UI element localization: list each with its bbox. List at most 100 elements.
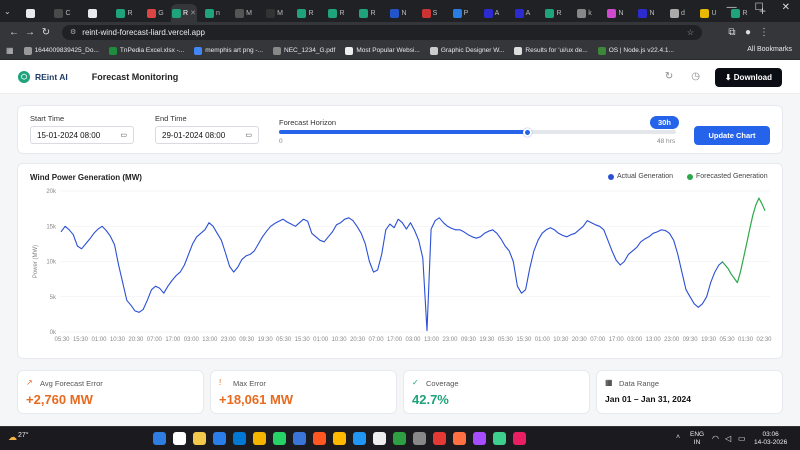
taskbar-app-icon[interactable] bbox=[473, 432, 486, 445]
stat-card: ✓ Coverage 42.7% bbox=[403, 370, 590, 414]
taskbar-app-icon[interactable] bbox=[393, 432, 406, 445]
clock-time: 03:06 bbox=[762, 431, 779, 438]
browser-tab[interactable]: R bbox=[109, 4, 140, 22]
taskbar-app-icon[interactable] bbox=[513, 432, 526, 445]
volume-icon[interactable]: ◁ bbox=[725, 434, 731, 443]
taskbar-app-icon[interactable] bbox=[153, 432, 166, 445]
browser-tab[interactable] bbox=[16, 4, 47, 22]
all-bookmarks[interactable]: All Bookmarks bbox=[747, 46, 792, 53]
address-bar: ← → ↻ ⚙ reint-wind-forecast-liard.vercel… bbox=[0, 22, 800, 42]
browser-tab[interactable]: R bbox=[290, 4, 321, 22]
taskbar-app-icon[interactable] bbox=[253, 432, 266, 445]
browser-tab[interactable]: U bbox=[693, 4, 724, 22]
extensions-icon[interactable]: ⧉ bbox=[724, 27, 740, 38]
weather-temp[interactable]: 27° bbox=[18, 432, 29, 439]
menu-icon[interactable]: ⋮ bbox=[756, 27, 772, 38]
tab-search-icon[interactable]: ⌄ bbox=[4, 7, 16, 16]
browser-tab[interactable]: P bbox=[445, 4, 476, 22]
browser-tab[interactable]: M bbox=[259, 4, 290, 22]
taskbar-app-icon[interactable] bbox=[293, 432, 306, 445]
taskbar-app-icon[interactable] bbox=[273, 432, 286, 445]
taskbar-app-icon[interactable] bbox=[413, 432, 426, 445]
wifi-icon[interactable]: ◠ bbox=[712, 434, 719, 443]
reload-icon[interactable]: ↻ bbox=[38, 27, 54, 38]
bookmark-star-icon[interactable]: ☆ bbox=[687, 28, 694, 37]
bookmark-item[interactable]: memphis art png -... bbox=[194, 46, 263, 55]
bookmark-item[interactable]: TnPedia Excel.xlsx -... bbox=[108, 46, 184, 55]
close-icon[interactable]: ✕ bbox=[782, 2, 790, 13]
url-field[interactable]: ⚙ reint-wind-forecast-liard.vercel.app ☆ bbox=[62, 24, 702, 40]
taskbar-app-icon[interactable] bbox=[193, 432, 206, 445]
clock[interactable]: 03:06 14-03-2026 bbox=[754, 431, 787, 447]
legend-forecast[interactable]: Forecasted Generation bbox=[687, 173, 768, 180]
browser-tab[interactable]: N bbox=[600, 4, 631, 22]
browser-tab[interactable]: R ✕ bbox=[171, 4, 197, 22]
browser-tab[interactable]: A bbox=[476, 4, 507, 22]
bookmark-favicon-icon bbox=[23, 46, 32, 55]
tab-close-icon[interactable]: ✕ bbox=[190, 9, 196, 17]
bookmark-item[interactable]: Most Popular Websi... bbox=[345, 46, 420, 55]
refresh-icon[interactable]: ↻ bbox=[665, 71, 673, 82]
clock-icon[interactable]: ◷ bbox=[691, 71, 700, 82]
maximize-icon[interactable]: ☐ bbox=[755, 2, 764, 13]
weather-icon: ☁ bbox=[8, 432, 17, 442]
tab-favicon-icon bbox=[359, 8, 369, 18]
taskbar-app-icon[interactable] bbox=[493, 432, 506, 445]
download-button[interactable]: ⬇ Download bbox=[714, 68, 782, 87]
legend-actual[interactable]: Actual Generation bbox=[608, 173, 673, 180]
language-indicator[interactable]: ENG IN bbox=[690, 431, 704, 447]
site-info-icon[interactable]: ⚙ bbox=[70, 28, 76, 36]
update-chart-button[interactable]: Update Chart bbox=[694, 126, 770, 145]
taskbar-app-icon[interactable] bbox=[433, 432, 446, 445]
browser-tab[interactable] bbox=[78, 4, 109, 22]
horizon-slider[interactable] bbox=[279, 127, 676, 137]
browser-tab[interactable]: n bbox=[197, 4, 228, 22]
browser-tab[interactable]: N bbox=[383, 4, 414, 22]
end-time-input[interactable]: 29-01-2024 08:00 ▭ bbox=[155, 126, 259, 144]
lang-2: IN bbox=[693, 439, 701, 446]
bookmark-item[interactable]: NEC_1234_G.pdf bbox=[273, 46, 335, 55]
browser-tab[interactable]: S bbox=[414, 4, 445, 22]
minimize-icon[interactable]: — bbox=[727, 2, 737, 13]
back-icon[interactable]: ← bbox=[6, 27, 22, 38]
profile-icon[interactable]: ● bbox=[740, 27, 756, 38]
browser-tab[interactable]: k bbox=[569, 4, 600, 22]
browser-tab[interactable]: A bbox=[507, 4, 538, 22]
tab-label: R bbox=[339, 9, 345, 17]
taskbar-app-icon[interactable] bbox=[373, 432, 386, 445]
taskbar-app-icon[interactable] bbox=[453, 432, 466, 445]
browser-tab[interactable]: C bbox=[47, 4, 78, 22]
battery-icon[interactable]: ▭ bbox=[738, 434, 746, 443]
forward-icon[interactable]: → bbox=[22, 27, 38, 38]
tab-favicon-icon bbox=[545, 8, 555, 18]
browser-tab[interactable]: R bbox=[352, 4, 383, 22]
taskbar-app-icon[interactable] bbox=[313, 432, 326, 445]
browser-tab[interactable]: M bbox=[228, 4, 259, 22]
apps-icon[interactable]: ▦ bbox=[6, 46, 14, 55]
tab-favicon-icon bbox=[328, 8, 338, 18]
start-time-input[interactable]: 15-01-2024 08:00 ▭ bbox=[30, 126, 134, 144]
tab-label: R bbox=[127, 9, 133, 17]
taskbar-app-icon[interactable] bbox=[233, 432, 246, 445]
chevron-up-icon[interactable]: ˄ bbox=[676, 434, 680, 441]
browser-tab[interactable]: G bbox=[140, 4, 171, 22]
browser-tab[interactable]: R bbox=[538, 4, 569, 22]
slider-thumb[interactable] bbox=[522, 127, 532, 137]
calendar-icon[interactable]: ▭ bbox=[120, 131, 127, 139]
browser-tab[interactable]: N bbox=[631, 4, 662, 22]
taskbar-app-icon[interactable] bbox=[353, 432, 366, 445]
horizon-badge: 30h bbox=[650, 116, 679, 129]
browser-tab[interactable]: R bbox=[321, 4, 352, 22]
bookmark-item[interactable]: Results for 'ui/ux de... bbox=[514, 46, 588, 55]
taskbar-app-icon[interactable] bbox=[333, 432, 346, 445]
bookmark-favicon-icon bbox=[194, 46, 203, 55]
bookmark-item[interactable]: Graphic Designer W... bbox=[429, 46, 504, 55]
logo[interactable]: ⬡ REint AI bbox=[18, 70, 68, 83]
browser-tab[interactable]: d bbox=[662, 4, 693, 22]
taskbar-app-icon[interactable] bbox=[173, 432, 186, 445]
bookmark-item[interactable]: 1644009839425_Do... bbox=[23, 46, 99, 55]
calendar-icon[interactable]: ▭ bbox=[245, 131, 252, 139]
taskbar-app-icon[interactable] bbox=[213, 432, 226, 445]
bookmark-item[interactable]: OS | Node.js v22.4.1... bbox=[597, 46, 674, 55]
info-icon: ↗ bbox=[26, 378, 33, 387]
